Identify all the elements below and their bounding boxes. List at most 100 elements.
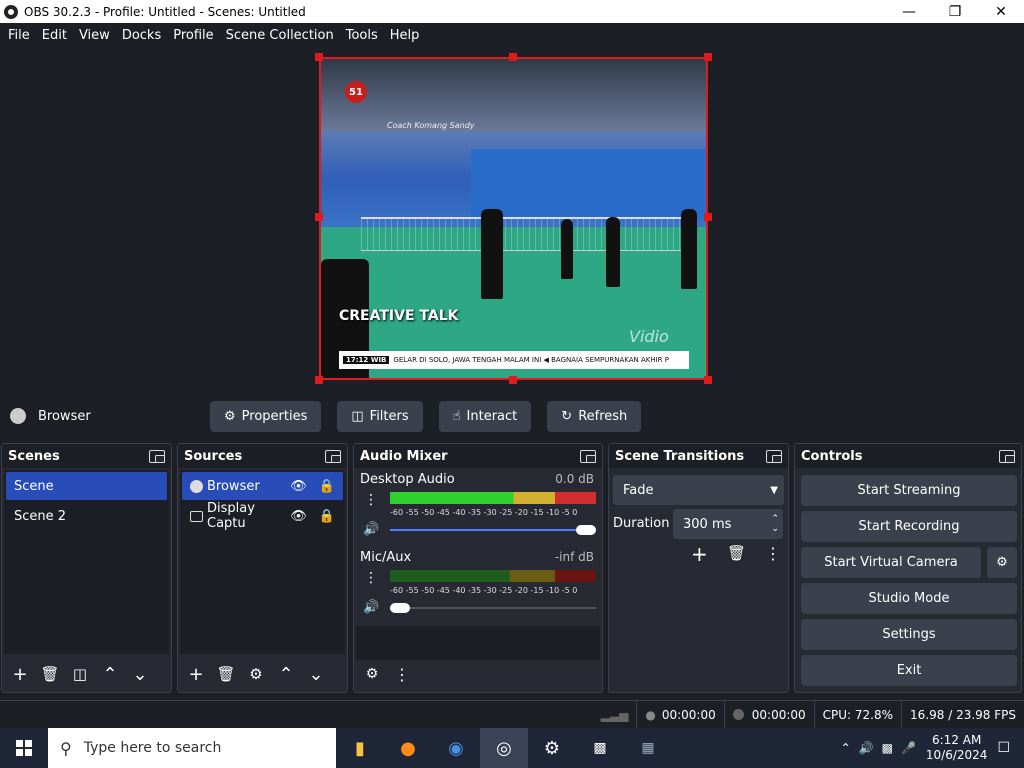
clock[interactable]: 6:12 AM 10/6/2024 xyxy=(926,733,988,763)
undock-icon[interactable] xyxy=(149,449,165,463)
resize-handle[interactable] xyxy=(509,53,517,61)
channel-menu-icon[interactable]: ⋮ xyxy=(364,492,378,508)
coach-caption: Coach Komang Sandy xyxy=(387,121,475,130)
duration-spinbox[interactable]: 300 ms ⌃ ⌄ xyxy=(673,509,783,539)
resize-handle[interactable] xyxy=(315,213,323,221)
channel-logo: 51 xyxy=(345,81,367,103)
add-source-button[interactable]: + xyxy=(182,660,210,688)
taskbar-search[interactable]: ⚲ Type here to search xyxy=(48,728,336,768)
menu-tools[interactable]: Tools xyxy=(346,28,378,43)
menu-docks[interactable]: Docks xyxy=(122,28,161,43)
sources-title: Sources xyxy=(184,448,243,464)
record-dot-icon xyxy=(732,709,744,720)
menu-profile[interactable]: Profile xyxy=(173,28,213,43)
virtual-camera-settings-button[interactable]: ⚙ xyxy=(987,547,1017,578)
menu-help[interactable]: Help xyxy=(390,28,420,43)
spin-arrows-icon[interactable]: ⌃ ⌄ xyxy=(771,514,779,534)
source-name: Browser xyxy=(207,478,260,494)
speaker-icon[interactable]: 🔊 xyxy=(363,522,379,537)
lock-icon[interactable]: 🔒 xyxy=(319,509,335,524)
minimize-button[interactable]: — xyxy=(886,0,932,23)
lock-icon[interactable]: 🔒 xyxy=(319,479,335,494)
scene-filters-button[interactable]: ◫ xyxy=(66,660,94,688)
close-button[interactable]: ✕ xyxy=(978,0,1024,23)
source-item[interactable]: Display Captu 👁 🔒 xyxy=(182,501,343,531)
restore-button[interactable]: ❐ xyxy=(932,0,978,23)
resize-handle[interactable] xyxy=(704,53,712,61)
preview-source-browser[interactable]: 51 Coach Komang Sandy CREATIVE TALK Vidi… xyxy=(319,57,708,380)
volume-icon[interactable]: 🔊 xyxy=(859,741,874,755)
start-virtual-camera-button[interactable]: Start Virtual Camera xyxy=(801,547,981,578)
speaker-icon[interactable]: 🔊 xyxy=(363,600,379,615)
resize-handle[interactable] xyxy=(315,376,323,384)
add-scene-button[interactable]: + xyxy=(6,660,34,688)
menu-scene-collection[interactable]: Scene Collection xyxy=(226,28,334,43)
file-explorer-icon[interactable]: ▮ xyxy=(336,728,384,768)
network-icon[interactable]: ▩ xyxy=(882,741,893,755)
remove-transition-button[interactable]: 🗑 xyxy=(727,544,746,562)
resize-handle[interactable] xyxy=(704,213,712,221)
studio-mode-button[interactable]: Studio Mode xyxy=(801,583,1017,614)
undock-icon[interactable] xyxy=(999,449,1015,463)
undock-icon[interactable] xyxy=(325,449,341,463)
filters-label: Filters xyxy=(369,408,409,424)
remove-source-button[interactable]: 🗑 xyxy=(212,660,240,688)
resize-handle[interactable] xyxy=(315,53,323,61)
resize-handle[interactable] xyxy=(509,376,517,384)
menu-file[interactable]: File xyxy=(8,28,30,43)
controls-title: Controls xyxy=(801,448,863,464)
status-bar: ▂▃▅ ● 00:00:00 00:00:00 CPU: 72.8% 16.98 … xyxy=(0,700,1024,728)
channel-menu-icon[interactable]: ⋮ xyxy=(364,570,378,586)
channel-db: -inf dB xyxy=(554,550,594,564)
scene-transitions-header: Scene Transitions xyxy=(609,444,788,468)
creative-talk-caption: CREATIVE TALK xyxy=(339,308,459,324)
obs-taskbar-icon[interactable]: ◎ xyxy=(480,728,528,768)
scene-item[interactable]: Scene 2 xyxy=(6,502,167,530)
terminal-icon[interactable]: ▩ xyxy=(576,728,624,768)
transition-menu-icon[interactable]: ⋮ xyxy=(765,544,781,563)
eye-icon[interactable]: 👁 xyxy=(290,479,307,494)
selected-source: Browser xyxy=(10,408,210,424)
refresh-button[interactable]: ↻ Refresh xyxy=(547,400,642,432)
start-button[interactable] xyxy=(0,728,48,768)
start-streaming-button[interactable]: Start Streaming xyxy=(801,475,1017,506)
microphone-icon[interactable]: 🎤 xyxy=(901,741,916,755)
advanced-audio-button[interactable]: ⚙ xyxy=(358,660,386,688)
move-source-up-button[interactable]: ⌃ xyxy=(272,660,300,688)
menu-view[interactable]: View xyxy=(79,28,110,43)
sources-dock: Sources Browser 👁 🔒 Display Captu 👁 🔒 + 🗑 … xyxy=(177,443,348,693)
resize-handle[interactable] xyxy=(704,376,712,384)
chrome-icon[interactable]: ◉ xyxy=(432,728,480,768)
menu-edit[interactable]: Edit xyxy=(42,28,67,43)
settings-gear-icon[interactable]: ⚙ xyxy=(528,728,576,768)
transition-select[interactable]: Fade ▼ xyxy=(613,475,784,505)
filters-button[interactable]: ◫ Filters xyxy=(337,400,423,432)
notification-icon[interactable]: ☐ xyxy=(997,740,1010,756)
undock-icon[interactable] xyxy=(766,449,782,463)
stream-status: ● 00:00:00 xyxy=(636,701,723,728)
scene-item[interactable]: Scene xyxy=(6,472,167,500)
chevron-up-icon[interactable]: ⌃ xyxy=(841,741,851,755)
settings-button[interactable]: Settings xyxy=(801,619,1017,650)
properties-button[interactable]: ⚙ Properties xyxy=(210,400,322,432)
volume-slider[interactable] xyxy=(390,521,596,539)
move-scene-down-button[interactable]: ⌄ xyxy=(126,660,154,688)
remote-desktop-icon[interactable]: ▦ xyxy=(624,728,672,768)
source-properties-button[interactable]: ⚙ xyxy=(242,660,270,688)
move-scene-up-button[interactable]: ⌃ xyxy=(96,660,124,688)
move-source-down-button[interactable]: ⌄ xyxy=(302,660,330,688)
start-recording-button[interactable]: Start Recording xyxy=(801,511,1017,542)
mixer-menu-icon[interactable]: ⋮ xyxy=(388,660,416,688)
volume-slider[interactable] xyxy=(390,599,596,617)
firefox-icon[interactable]: ● xyxy=(384,728,432,768)
add-transition-button[interactable]: + xyxy=(691,542,708,566)
interact-button[interactable]: ☝ Interact xyxy=(438,400,532,432)
remove-scene-button[interactable]: 🗑 xyxy=(36,660,64,688)
eye-icon[interactable]: 👁 xyxy=(290,509,307,524)
selected-source-name: Browser xyxy=(38,408,91,424)
source-item[interactable]: Browser 👁 🔒 xyxy=(182,472,343,500)
exit-button[interactable]: Exit xyxy=(801,655,1017,686)
undock-icon[interactable] xyxy=(580,449,596,463)
system-tray: ⌃ 🔊 ▩ 🎤 6:12 AM 10/6/2024 ☐ xyxy=(841,733,1024,763)
windows-logo-icon xyxy=(16,740,32,756)
